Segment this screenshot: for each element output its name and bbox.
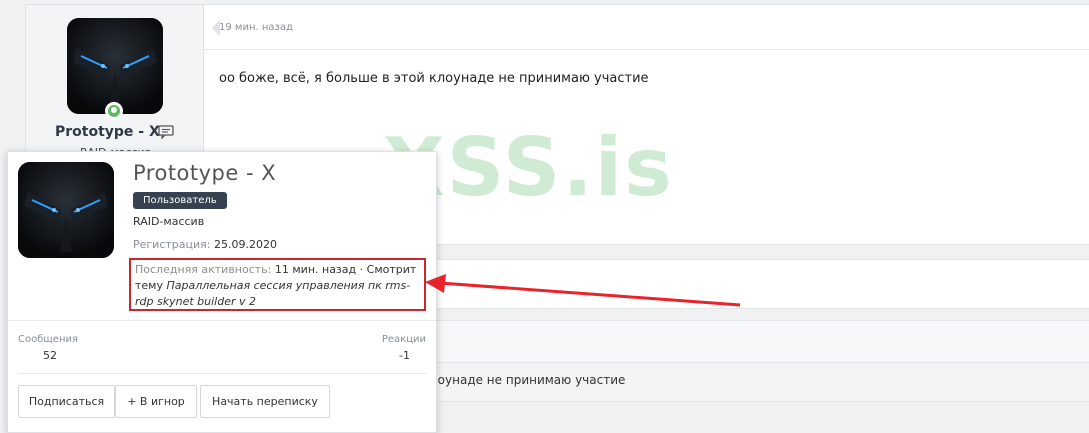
- annotation-arrow: [425, 274, 741, 307]
